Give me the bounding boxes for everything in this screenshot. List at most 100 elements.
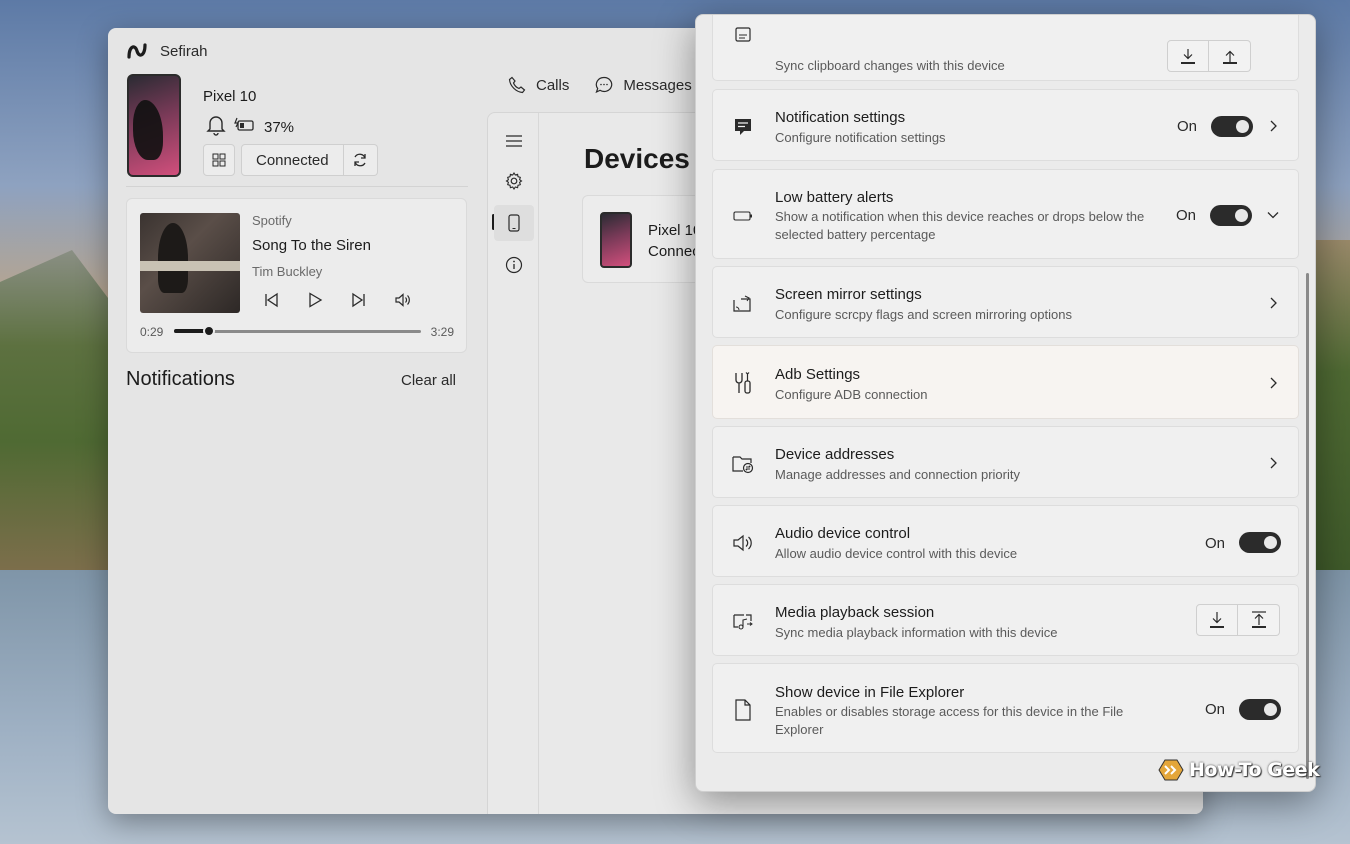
phone-device-icon [508, 214, 520, 232]
watermark-text: How-To Geek [1189, 759, 1320, 781]
hamburger-icon [506, 135, 522, 147]
next-track-icon[interactable] [350, 291, 368, 309]
download-icon [1210, 612, 1224, 628]
message-icon [595, 76, 613, 94]
speaker-icon [731, 531, 755, 555]
download-icon [1181, 49, 1195, 64]
clipboard-icon [731, 22, 755, 46]
toggle-state: On [1205, 701, 1226, 718]
tab-calls[interactable]: Calls [508, 76, 569, 94]
tools-icon [731, 371, 755, 395]
row-desc: Sync media playback information with thi… [775, 625, 1058, 640]
row-desc: Manage addresses and connection priority [775, 467, 1020, 482]
background-hill [0, 250, 120, 570]
tab-messages[interactable]: Messages [595, 76, 692, 94]
screen-cast-icon [731, 292, 755, 316]
notification-settings-row[interactable]: Notification settings Configure notifica… [712, 89, 1299, 161]
row-title: Low battery alerts [775, 189, 894, 206]
row-title: Show device in File Explorer [775, 684, 965, 701]
row-title: Media playback session [775, 604, 935, 621]
row-title: Audio device control [775, 525, 911, 542]
info-icon [505, 256, 523, 274]
screen-mirror-settings-row[interactable]: Screen mirror settings Configure scrcpy … [712, 266, 1299, 338]
device-settings-dialog: Sync clipboard changes with this device … [695, 14, 1316, 792]
grid-icon [212, 153, 226, 167]
device-name: Pixel 10 [203, 88, 257, 105]
total-duration: 3:29 [430, 325, 454, 339]
notifications-heading: Notifications [126, 368, 235, 390]
watermark: How-To Geek [1157, 758, 1320, 782]
dialog-scrollbar[interactable] [1306, 273, 1309, 779]
row-desc: Configure notification settings [775, 130, 946, 145]
top-tabs: Calls Messages [508, 76, 692, 94]
clear-all-button[interactable]: Clear all [401, 372, 456, 389]
bell-icon[interactable] [206, 114, 226, 140]
media-source: Spotify [252, 213, 292, 228]
device-card: Pixel 10 37% Connected [126, 74, 471, 184]
toggle-state: On [1177, 118, 1198, 135]
page-title: Devices [584, 143, 690, 174]
chevron-right-icon [1266, 456, 1280, 470]
device-status: 37% [206, 114, 294, 140]
chevron-right-icon [1266, 296, 1280, 310]
app-title: Sefirah [160, 42, 208, 60]
low-battery-alerts-row[interactable]: Low battery alerts Show a notification w… [712, 169, 1299, 259]
volume-icon[interactable] [394, 291, 412, 309]
gear-icon [505, 172, 523, 190]
media-song-title: Song To the Siren [252, 237, 371, 254]
connection-status-button[interactable]: Connected [241, 144, 344, 176]
file-explorer-toggle[interactable] [1239, 699, 1281, 720]
row-desc: Show a notification when this device rea… [775, 209, 1145, 242]
row-desc: Configure ADB connection [775, 387, 928, 402]
notification-message-icon [731, 115, 755, 139]
refresh-button[interactable] [343, 144, 378, 176]
media-player-card: Spotify Song To the Siren Tim Buckley 0:… [126, 198, 467, 353]
folder-sync-icon [731, 452, 755, 476]
audio-device-control-toggle[interactable] [1239, 532, 1281, 553]
media-send-button[interactable] [1238, 604, 1280, 636]
nav-settings[interactable] [494, 163, 534, 199]
notification-settings-toggle[interactable] [1211, 116, 1253, 137]
apps-grid-button[interactable] [203, 144, 235, 176]
device-list-status: Connec [648, 243, 700, 260]
media-playback-session-row[interactable]: Media playback session Sync media playba… [712, 584, 1299, 656]
device-list-name: Pixel 10 [648, 222, 702, 239]
playback-progress-thumb[interactable] [202, 325, 215, 337]
side-nav [488, 113, 539, 814]
upload-icon [1251, 611, 1266, 628]
device-addresses-row[interactable]: Device addresses Manage addresses and co… [712, 426, 1299, 498]
low-battery-alerts-toggle[interactable] [1210, 205, 1252, 226]
row-title: Device addresses [775, 446, 895, 463]
clipboard-send-button[interactable] [1209, 40, 1251, 72]
row-desc: Configure scrcpy flags and screen mirror… [775, 307, 1072, 322]
clipboard-receive-button[interactable] [1167, 40, 1209, 72]
previous-track-icon[interactable] [262, 291, 280, 309]
chevron-down-icon[interactable] [1266, 208, 1280, 222]
audio-device-control-row[interactable]: Audio device control Allow audio device … [712, 505, 1299, 577]
nav-devices[interactable] [494, 205, 534, 241]
file-explorer-row[interactable]: Show device in File Explorer Enables or … [712, 663, 1299, 753]
device-phone-image [127, 74, 181, 177]
row-desc: Allow audio device control with this dev… [775, 546, 1018, 561]
sefirah-logo-icon [126, 40, 148, 62]
tab-calls-label: Calls [536, 76, 570, 94]
adb-settings-row[interactable]: Adb Settings Configure ADB connection [712, 345, 1299, 419]
nav-about[interactable] [494, 247, 534, 283]
clipboard-sync-row[interactable]: Sync clipboard changes with this device [712, 15, 1299, 81]
document-icon [731, 698, 755, 722]
battery-percentage: 37% [264, 118, 295, 136]
tab-messages-label: Messages [623, 76, 692, 94]
toggle-state: On [1205, 535, 1226, 552]
device-actions: Connected [203, 144, 378, 176]
how-to-geek-logo-icon [1158, 759, 1184, 781]
row-title: Notification settings [775, 109, 906, 126]
play-icon[interactable] [306, 291, 324, 309]
row-title: Screen mirror settings [775, 286, 922, 303]
chevron-right-icon [1266, 119, 1280, 133]
menu-button[interactable] [494, 123, 534, 159]
media-receive-button[interactable] [1196, 604, 1238, 636]
toggle-state: On [1176, 207, 1197, 224]
playback-progress-bar[interactable] [174, 325, 421, 337]
row-desc: Enables or disables storage access for t… [775, 704, 1124, 737]
divider [126, 186, 468, 187]
